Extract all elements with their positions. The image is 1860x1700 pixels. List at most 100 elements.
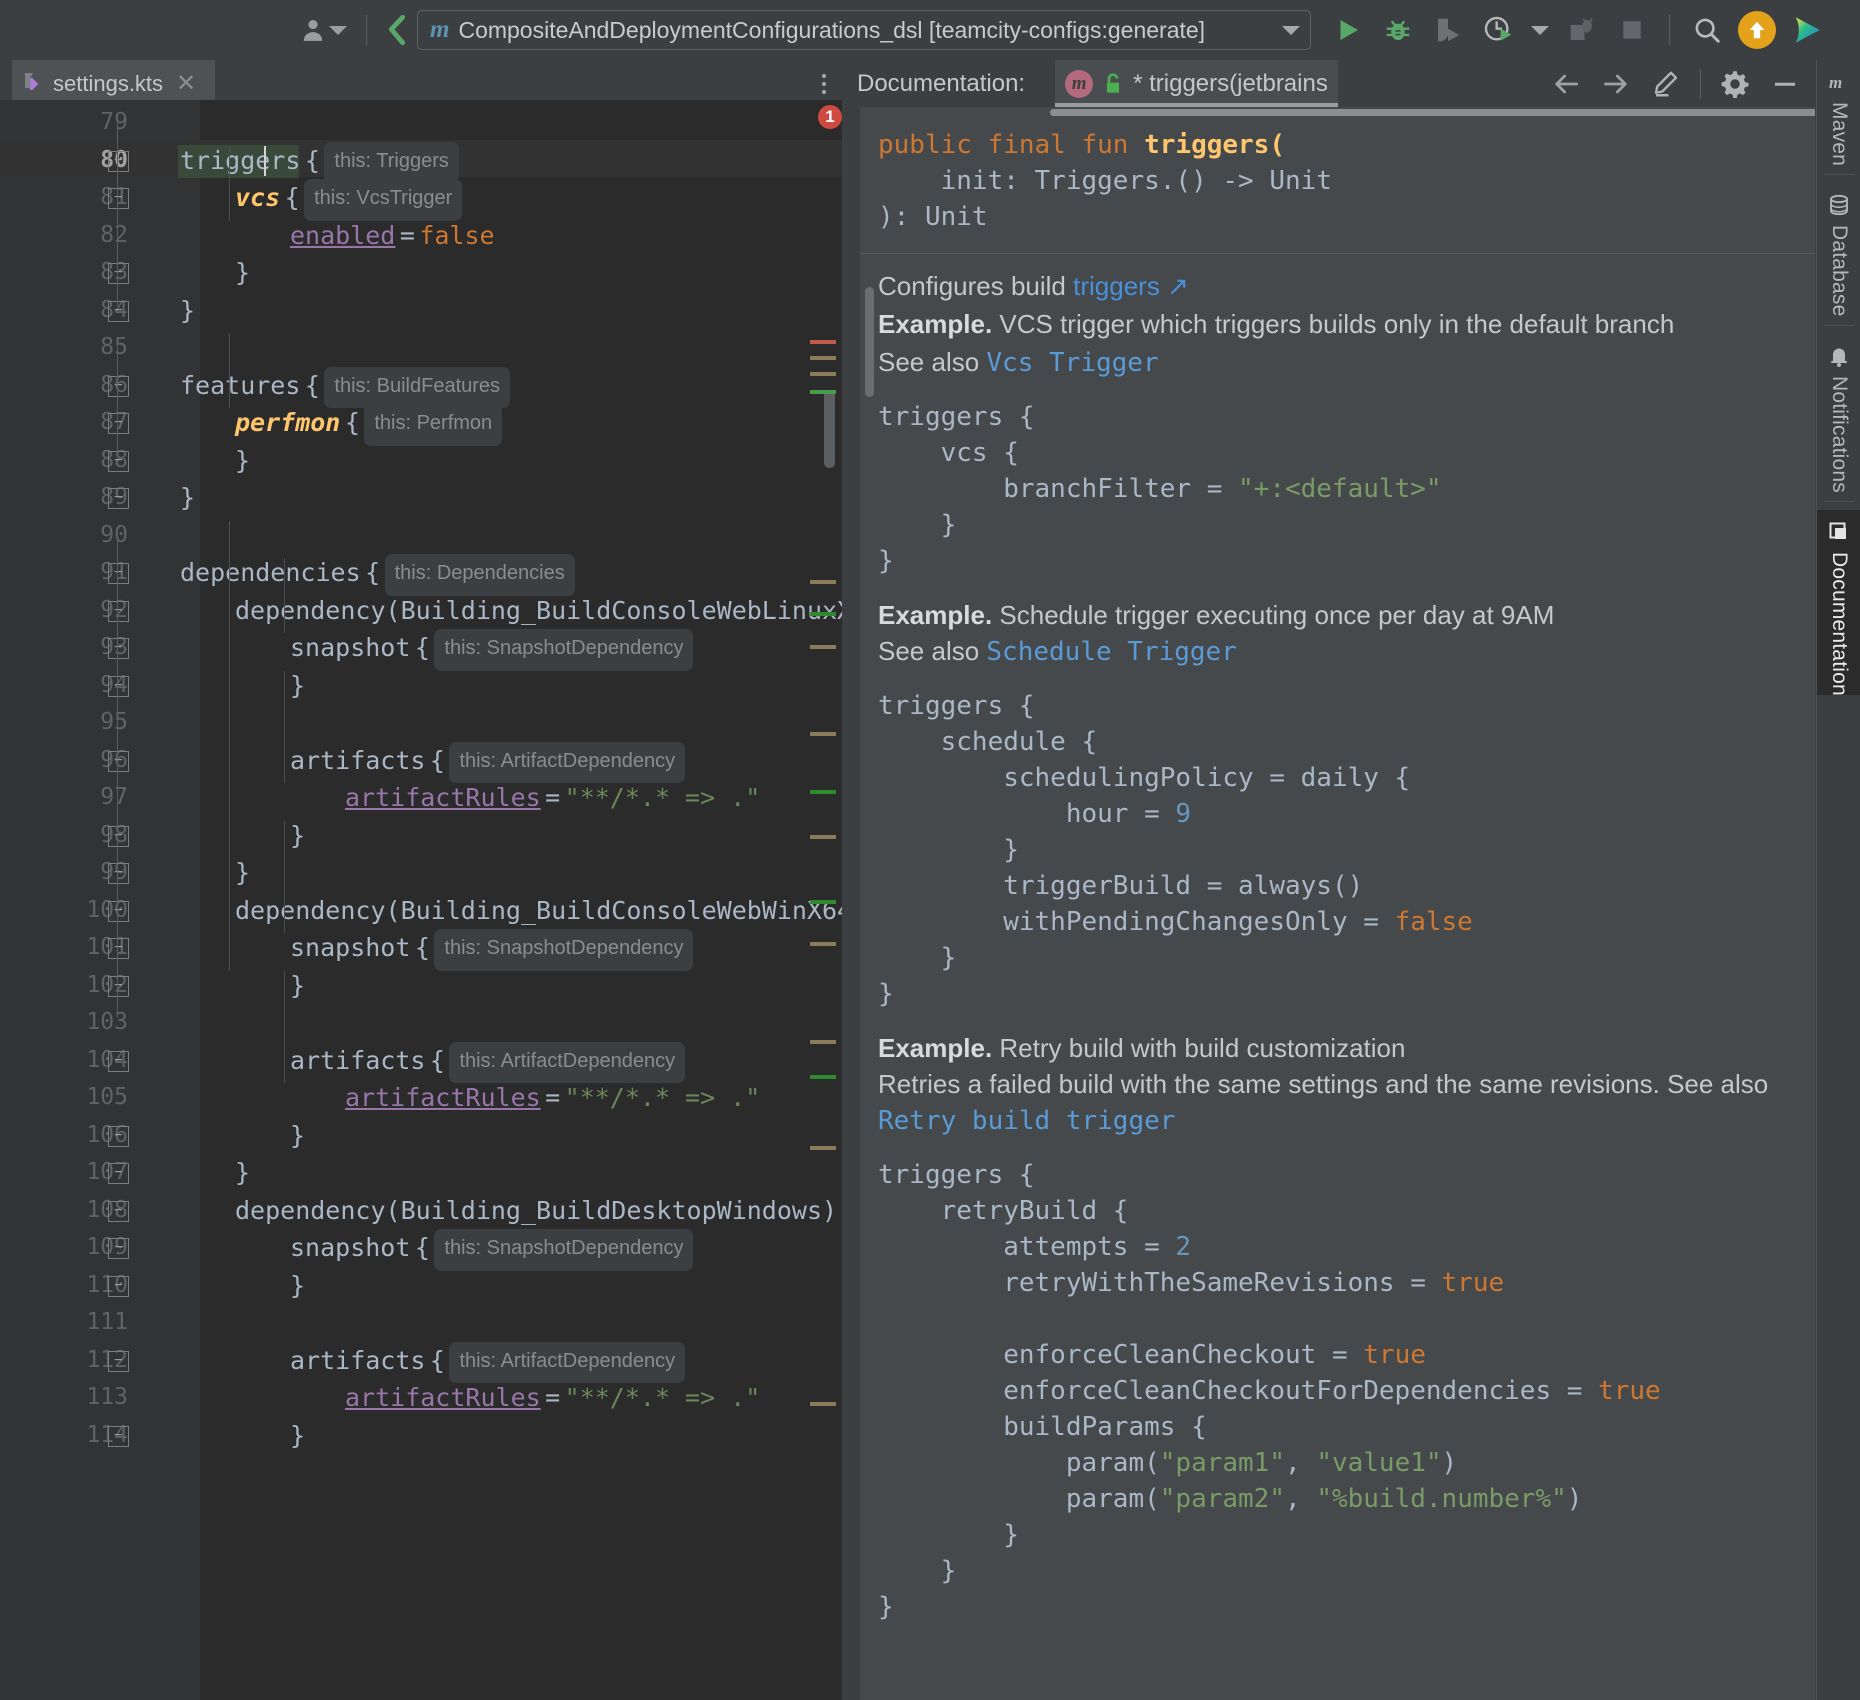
code-line[interactable]: } <box>290 1417 305 1455</box>
error-stripe-marker[interactable] <box>810 612 836 616</box>
code-fold-toggle[interactable]: − <box>108 1126 129 1147</box>
code-fold-toggle[interactable]: − <box>108 451 129 472</box>
code-line[interactable]: } <box>290 1267 305 1305</box>
doc-forward-button[interactable] <box>1594 62 1638 106</box>
code-fold-toggle[interactable]: − <box>108 751 129 772</box>
code-fold-toggle[interactable]: − <box>108 976 129 997</box>
code-fold-toggle[interactable]: − <box>108 638 129 659</box>
code-line[interactable]: } <box>235 854 250 892</box>
code-fold-toggle[interactable]: − <box>108 863 129 884</box>
code-fold-toggle[interactable]: − <box>108 676 129 697</box>
tool-window-button-documentation[interactable]: Documentation <box>1817 510 1860 696</box>
editor-vertical-scrollbar-thumb[interactable] <box>824 390 835 468</box>
error-stripe-marker[interactable] <box>810 835 836 839</box>
code-fold-toggle[interactable]: − <box>108 413 129 434</box>
documentation-content[interactable]: public final fun triggers( init: Trigger… <box>860 107 1815 1700</box>
code-line[interactable]: artifacts { this: ArtifactDependency <box>290 1342 685 1380</box>
doc-link[interactable]: Schedule Trigger <box>986 637 1236 667</box>
code-fold-toggle[interactable]: − <box>108 563 129 584</box>
code-line[interactable]: } <box>290 1117 305 1155</box>
error-stripe-marker[interactable] <box>810 790 836 794</box>
error-stripe-marker[interactable] <box>810 1402 836 1406</box>
code-fold-toggle[interactable]: − <box>108 938 129 959</box>
error-stripe-marker[interactable] <box>810 390 836 394</box>
code-line[interactable]: dependency(Building_BuildConsoleWebLinux… <box>235 592 842 630</box>
code-fold-toggle[interactable]: − <box>108 1051 129 1072</box>
vcs-update-button[interactable] <box>377 8 417 52</box>
code-fold-toggle[interactable]: − <box>108 1426 129 1447</box>
code-fold-toggle[interactable]: − <box>108 1201 129 1222</box>
doc-edit-button[interactable] <box>1644 62 1688 106</box>
code-fold-toggle[interactable]: − <box>108 901 129 922</box>
doc-link[interactable]: Vcs Trigger <box>986 348 1158 378</box>
code-line[interactable]: } <box>290 667 305 705</box>
code-fold-toggle[interactable]: − <box>108 488 129 509</box>
code-line[interactable]: dependency(Building_BuildConsoleWebWinX6… <box>235 892 842 930</box>
code-line[interactable]: perfmon { this: Perfmon <box>235 404 502 442</box>
code-line[interactable]: } <box>235 442 250 480</box>
code-line[interactable]: vcs { this: VcsTrigger <box>235 179 462 217</box>
run-configuration-selector[interactable]: m CompositeAndDeploymentConfigurations_d… <box>417 10 1311 50</box>
tool-window-button-database[interactable]: Database <box>1817 183 1860 317</box>
doc-minimize-button[interactable] <box>1763 62 1807 106</box>
code-line[interactable]: artifacts { this: ArtifactDependency <box>290 1042 685 1080</box>
user-avatar-button[interactable] <box>300 17 356 43</box>
code-editor[interactable]: 7980−triggers { this: Triggers81−vcs { t… <box>0 100 842 1700</box>
search-everywhere-button[interactable] <box>1684 8 1730 52</box>
code-fold-toggle[interactable]: − <box>108 263 129 284</box>
code-line[interactable]: artifactRules = "**/*.* => ." <box>345 779 760 817</box>
code-line[interactable]: } <box>290 817 305 855</box>
code-line[interactable]: dependencies { this: Dependencies <box>180 554 575 592</box>
code-fold-toggle[interactable]: − <box>108 376 129 397</box>
code-fold-toggle[interactable]: − <box>108 1238 129 1259</box>
code-line[interactable]: snapshot { this: SnapshotDependency <box>290 1229 693 1267</box>
chevron-down-icon[interactable] <box>1282 26 1300 35</box>
error-stripe-marker[interactable] <box>810 580 836 584</box>
documentation-horizontal-scrollbar-thumb[interactable] <box>1050 109 1815 116</box>
code-line[interactable]: triggers { this: Triggers <box>180 142 459 180</box>
more-options-icon[interactable] <box>812 70 836 98</box>
run-with-coverage-button[interactable] <box>1425 8 1471 52</box>
unlocked-icon[interactable] <box>1102 72 1124 96</box>
code-fold-toggle[interactable]: − <box>108 826 129 847</box>
error-stripe-marker[interactable] <box>810 942 836 946</box>
ide-logo-button[interactable] <box>1784 8 1830 52</box>
debug-button[interactable] <box>1375 8 1421 52</box>
error-stripe-marker[interactable] <box>810 1146 836 1150</box>
tool-window-button-maven[interactable]: mMaven <box>1817 60 1860 166</box>
error-stripe-marker[interactable] <box>810 645 836 649</box>
profile-button[interactable] <box>1475 8 1521 52</box>
code-fold-toggle[interactable]: − <box>108 301 129 322</box>
code-fold-toggle[interactable]: − <box>108 1276 129 1297</box>
code-line[interactable]: snapshot { this: SnapshotDependency <box>290 929 693 967</box>
profile-dropdown-button[interactable] <box>1525 8 1555 52</box>
documentation-tab[interactable]: m * triggers(jetbrains <box>1055 60 1338 107</box>
code-fold-toggle[interactable]: − <box>108 1351 129 1372</box>
doc-link[interactable]: ↗ <box>1160 271 1189 301</box>
code-fold-toggle[interactable]: − <box>108 601 129 622</box>
doc-settings-button[interactable] <box>1713 62 1757 106</box>
error-stripe-marker[interactable] <box>810 372 836 376</box>
code-line[interactable]: } <box>180 292 195 330</box>
doc-link[interactable]: triggers <box>1073 271 1160 301</box>
error-stripe-marker[interactable] <box>810 732 836 736</box>
doc-back-button[interactable] <box>1544 62 1588 106</box>
code-line[interactable]: artifactRules = "**/*.* => ." <box>345 1079 760 1117</box>
code-line[interactable]: artifacts { this: ArtifactDependency <box>290 742 685 780</box>
stop-button[interactable] <box>1609 8 1655 52</box>
attach-debugger-button[interactable] <box>1559 8 1605 52</box>
code-line[interactable]: } <box>235 1154 250 1192</box>
error-stripe-marker[interactable] <box>810 340 836 344</box>
error-count-badge[interactable]: 1 <box>818 105 842 129</box>
doc-link[interactable]: Retry build trigger <box>878 1106 1175 1136</box>
error-stripe-marker[interactable] <box>810 356 836 360</box>
error-stripe-marker[interactable] <box>810 1040 836 1044</box>
code-fold-toggle[interactable]: − <box>108 188 129 209</box>
code-line[interactable]: enabled = false <box>290 217 495 255</box>
update-button[interactable] <box>1734 8 1780 52</box>
error-stripe-marker[interactable] <box>810 900 836 904</box>
code-line[interactable]: snapshot { this: SnapshotDependency <box>290 629 693 667</box>
code-line[interactable]: } <box>235 254 250 292</box>
error-stripe-marker[interactable] <box>810 1075 836 1079</box>
code-line[interactable]: } <box>180 479 195 517</box>
